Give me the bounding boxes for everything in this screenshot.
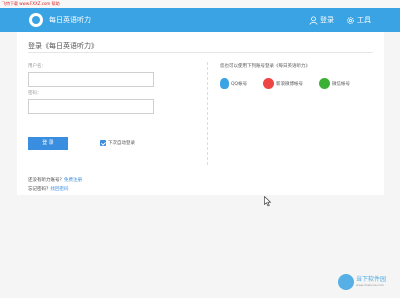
register-prompt: 还没有听力账号？免费注册 <box>28 177 82 183</box>
remember-checkbox[interactable] <box>100 140 106 146</box>
forgot-password-link[interactable]: 找回密码 <box>51 187 69 192</box>
remember-me[interactable]: 下次自动登录 <box>100 140 135 146</box>
user-icon <box>309 15 318 25</box>
forgot-prompt: 忘记密码？找回密码 <box>28 186 69 192</box>
top-strip: 飞特下载 www.FXXZ.com 帮助 <box>0 0 400 8</box>
weibo-label: 新浪微博帐号 <box>276 81 303 87</box>
register-link[interactable]: 免费注册 <box>64 178 82 183</box>
app-header: 每日英语听力 登录 工具 <box>0 8 400 32</box>
register-prefix: 还没有听力账号？ <box>28 178 64 183</box>
qq-login-option[interactable]: QQ帐号 <box>220 78 247 89</box>
page-title: 登录《每日英语听力》 <box>28 42 98 50</box>
weibo-icon <box>263 78 274 89</box>
watermark-logo-icon <box>338 274 354 290</box>
wechat-icon <box>319 78 330 89</box>
mouse-cursor-icon <box>264 196 272 207</box>
remember-label: 下次自动登录 <box>108 141 135 146</box>
forgot-prefix: 忘记密码？ <box>28 187 51 192</box>
header-login-button[interactable]: 登录 <box>309 8 334 32</box>
wechat-login-option[interactable]: 微信帐号 <box>319 78 350 89</box>
password-label: 密码： <box>28 91 42 96</box>
corner-watermark-logo: 当下软件园 www.downxia.com <box>338 272 392 292</box>
login-card: 登录《每日英语听力》 用户名： 密码： 登 录 下次自动登录 您也可以使用下列账… <box>17 32 384 195</box>
gear-icon <box>347 16 354 24</box>
login-button[interactable]: 登 录 <box>28 137 68 150</box>
wechat-label: 微信帐号 <box>332 81 350 87</box>
qq-label: QQ帐号 <box>231 81 248 87</box>
password-field[interactable] <box>28 99 154 114</box>
watermark-logo-text: 当下软件园 <box>356 276 387 283</box>
weibo-login-option[interactable]: 新浪微博帐号 <box>263 78 303 89</box>
third-party-title: 您也可以使用下列账号登录《每日英语听力》 <box>220 64 310 69</box>
app-logo-icon <box>29 13 43 27</box>
title-divider <box>28 52 373 53</box>
watermark-text: 飞特下载 www.FXXZ.com 帮助 <box>2 1 60 6</box>
watermark-logo-url: www.downxia.com <box>356 283 384 287</box>
header-tools-label: 工具 <box>357 16 371 24</box>
app-title: 每日英语听力 <box>49 16 91 24</box>
vertical-divider <box>207 62 208 165</box>
qq-icon <box>220 78 229 89</box>
header-tools-button[interactable]: 工具 <box>346 8 371 32</box>
username-label: 用户名： <box>28 64 46 69</box>
username-field[interactable] <box>28 72 154 87</box>
header-login-label: 登录 <box>320 16 334 24</box>
